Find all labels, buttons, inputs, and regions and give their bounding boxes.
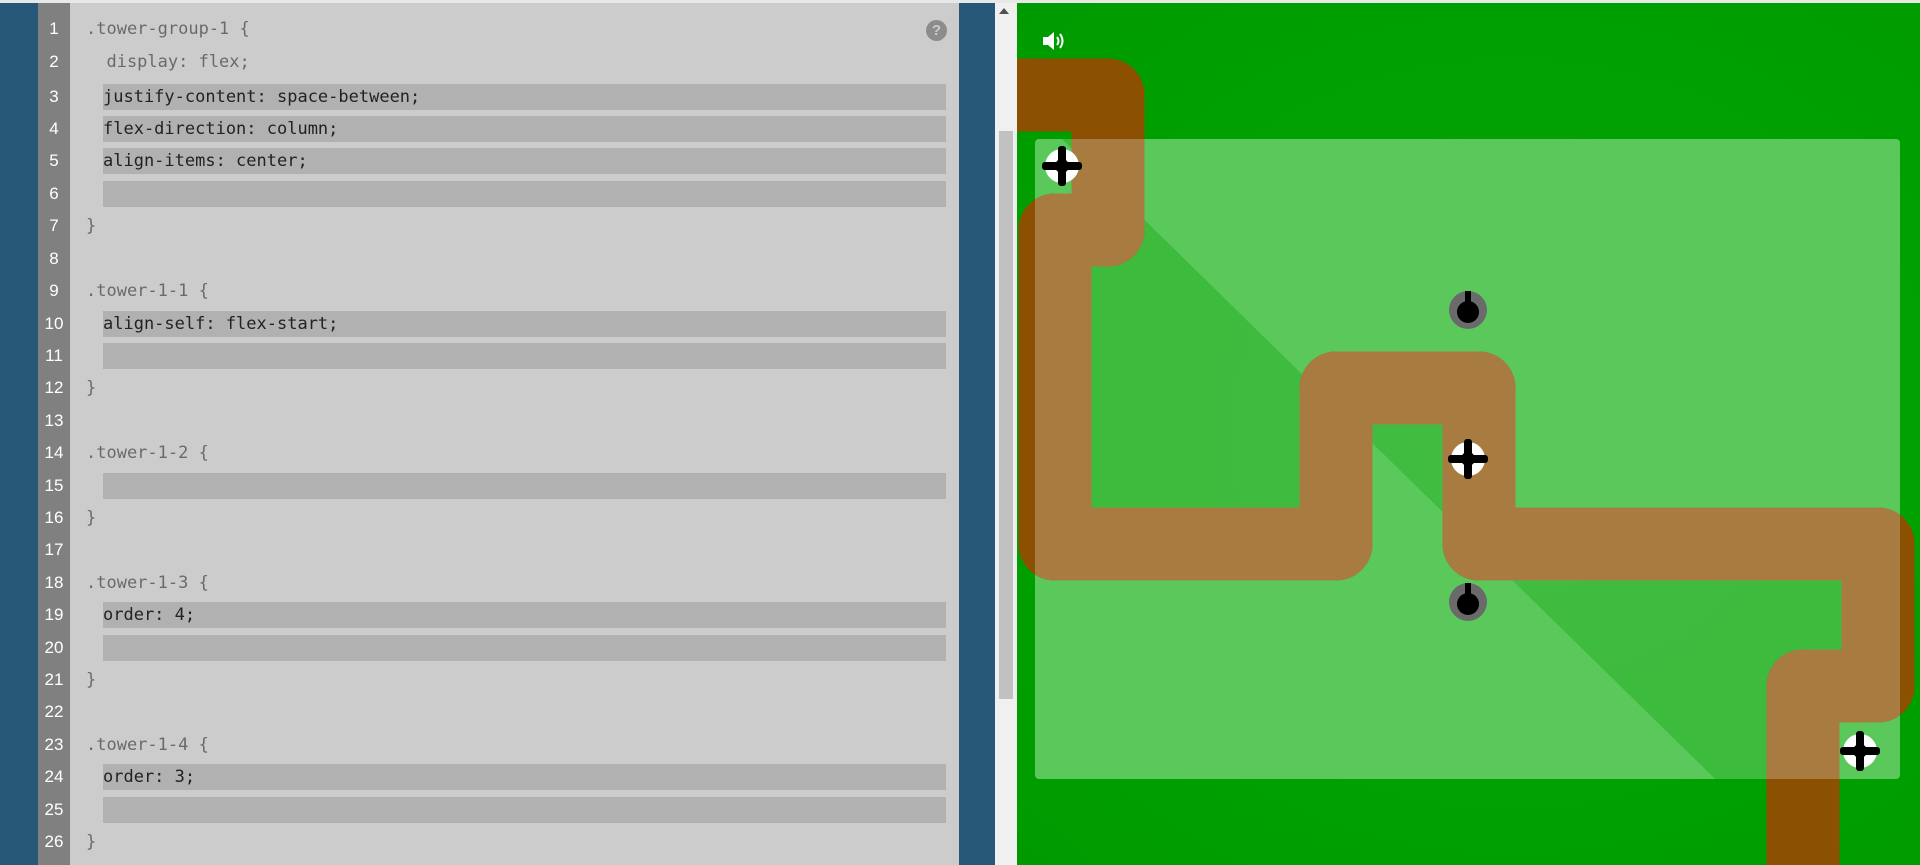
- gun-tower-icon[interactable]: [1447, 581, 1489, 623]
- line-number: 20: [44, 638, 64, 657]
- code-text: }: [86, 670, 97, 690]
- line-number: 3: [49, 87, 59, 106]
- line-number: 19: [44, 605, 64, 624]
- line-number: 12: [44, 378, 64, 397]
- line-number: 14: [44, 443, 64, 462]
- line-number: 16: [44, 508, 64, 527]
- scrollbar[interactable]: [995, 3, 1017, 865]
- line-number: 9: [49, 281, 59, 300]
- code-text: }: [86, 378, 97, 398]
- css-input-text: justify-content: space-between;: [103, 87, 421, 107]
- scroll-up-arrow-icon[interactable]: [999, 8, 1009, 14]
- css-input-text: align-items: center;: [103, 151, 308, 171]
- css-input-line[interactable]: align-self: flex-start;: [103, 311, 946, 337]
- code-text: .tower-1-1 {: [86, 281, 209, 301]
- css-editor: 1 .tower-group-1 { 2 display: flex; 3 justif…: [38, 3, 959, 865]
- css-input-line[interactable]: [103, 797, 946, 823]
- code-text: .tower-1-2 {: [86, 443, 209, 463]
- crosshair-target-icon[interactable]: [1040, 144, 1084, 188]
- code-text: .tower-1-4 {: [86, 735, 209, 755]
- line-number: 15: [44, 476, 64, 495]
- css-input-line[interactable]: order: 3;: [103, 764, 946, 790]
- css-input-line[interactable]: [103, 635, 946, 661]
- css-input-line[interactable]: order: 4;: [103, 602, 946, 628]
- code-text: }: [86, 216, 97, 236]
- line-number: 25: [44, 800, 64, 819]
- crosshair-target-icon[interactable]: [1446, 437, 1490, 481]
- css-input-text: order: 3;: [103, 767, 196, 787]
- code-text: }: [86, 508, 97, 528]
- line-number: 21: [44, 670, 64, 689]
- line-number: 13: [44, 411, 64, 430]
- css-input-text: order: 4;: [103, 605, 196, 625]
- css-input-line[interactable]: justify-content: space-between;: [103, 84, 946, 110]
- line-number: 4: [49, 119, 59, 138]
- css-input-line[interactable]: align-items: center;: [103, 148, 946, 174]
- css-input-line[interactable]: [103, 473, 946, 499]
- line-number: 5: [49, 151, 59, 170]
- line-number: 6: [49, 184, 59, 203]
- code-text: display: flex;: [86, 52, 250, 72]
- line-number: 26: [44, 832, 64, 851]
- line-number: 17: [44, 540, 64, 559]
- game-board: [1017, 3, 1920, 865]
- line-number: 10: [44, 314, 64, 333]
- speaker-icon[interactable]: [1039, 26, 1069, 56]
- css-input-line[interactable]: [103, 181, 946, 207]
- css-input-text: align-self: flex-start;: [103, 314, 339, 334]
- code-text: .tower-1-3 {: [86, 573, 209, 593]
- code-text: }: [86, 832, 97, 852]
- line-number: 24: [44, 767, 64, 786]
- line-number: 23: [44, 735, 64, 754]
- line-number: 8: [49, 249, 59, 268]
- help-icon[interactable]: ?: [926, 20, 947, 41]
- crosshair-target-icon[interactable]: [1838, 729, 1882, 773]
- line-number: 2: [49, 52, 59, 71]
- line-number: 22: [44, 702, 64, 721]
- scrollbar-thumb[interactable]: [999, 131, 1013, 699]
- line-number: 7: [49, 216, 59, 235]
- line-number: 1: [49, 19, 59, 38]
- css-input-line[interactable]: [103, 343, 946, 369]
- code-text: .tower-group-1 {: [86, 19, 250, 39]
- line-number: 18: [44, 573, 64, 592]
- css-input-line[interactable]: flex-direction: column;: [103, 116, 946, 142]
- gun-tower-icon[interactable]: [1447, 289, 1489, 331]
- css-input-text: flex-direction: column;: [103, 119, 339, 139]
- line-number: 11: [45, 346, 63, 365]
